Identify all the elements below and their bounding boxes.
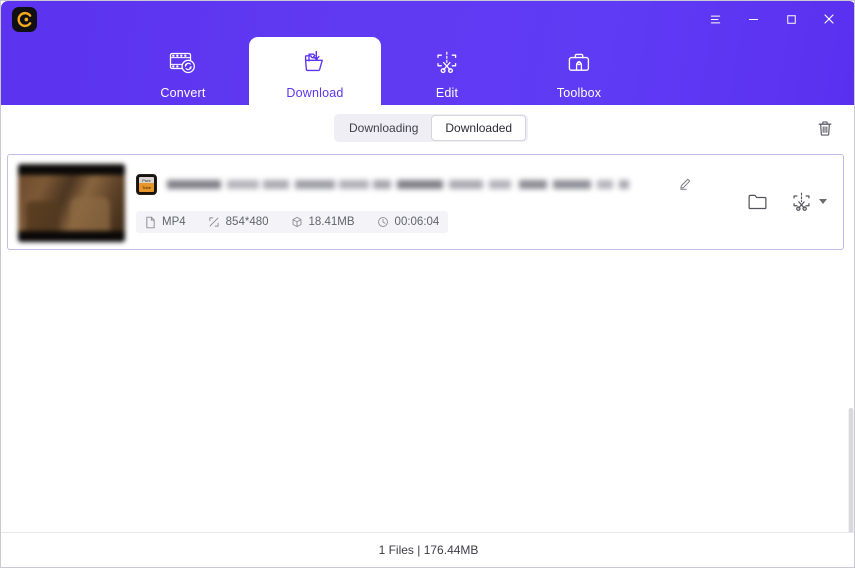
maximize-icon xyxy=(786,14,796,24)
tab-toolbox-label: Toolbox xyxy=(556,86,602,100)
segment-downloaded-label: Downloaded xyxy=(445,121,513,135)
file-actions xyxy=(747,191,827,212)
thumbnail-frame xyxy=(18,175,125,239)
open-folder-button[interactable] xyxy=(747,192,768,211)
tab-download-label: Download xyxy=(286,86,344,100)
maximize-button[interactable] xyxy=(772,5,810,33)
favicon-bottom-label: Tube xyxy=(139,182,154,192)
segment-downloading[interactable]: Downloading xyxy=(336,116,431,140)
status-summary: 1 Files | 176.44MB xyxy=(378,543,479,557)
title-bar: Convert Download Edit Toolbox xyxy=(1,1,854,105)
file-title xyxy=(167,177,663,192)
video-thumbnail[interactable] xyxy=(18,164,125,242)
status-bar: 1 Files | 176.44MB xyxy=(1,532,854,567)
meta-format-value: MP4 xyxy=(162,216,186,228)
source-site-favicon: Pure Tube xyxy=(136,173,157,195)
meta-resolution-value: 854*480 xyxy=(225,216,269,228)
tab-convert[interactable]: Convert xyxy=(117,37,249,105)
file-title-row: Pure Tube xyxy=(136,173,693,195)
hamburger-menu-icon xyxy=(710,15,720,23)
pencil-edit-icon xyxy=(680,178,691,190)
thumbnail-letterbox-top xyxy=(18,164,125,175)
meta-resolution: 854*480 xyxy=(208,216,269,228)
edit-menu-button[interactable] xyxy=(790,191,827,212)
scissors-edit-icon xyxy=(793,192,810,211)
box-icon xyxy=(291,216,303,228)
delete-all-button[interactable] xyxy=(812,115,838,141)
segment-downloaded[interactable]: Downloaded xyxy=(431,115,527,141)
tab-edit-label: Edit xyxy=(435,86,459,100)
app-logo xyxy=(12,7,37,32)
download-folder-icon xyxy=(300,46,330,80)
file-card[interactable]: Pure Tube MP4 854*480 18.41MB 00:06:04 xyxy=(7,154,844,250)
downloads-filter-segmented-control: Downloading Downloaded xyxy=(334,114,529,142)
tab-download[interactable]: Download xyxy=(249,37,381,105)
rename-file-button[interactable] xyxy=(677,176,693,192)
meta-format: MP4 xyxy=(145,216,186,229)
toolbox-icon xyxy=(564,46,594,80)
clock-icon xyxy=(377,216,389,228)
tab-edit[interactable]: Edit xyxy=(381,37,513,105)
file-metadata-row: MP4 854*480 18.41MB 00:06:04 xyxy=(136,211,449,233)
minimize-icon xyxy=(748,18,758,20)
menu-button[interactable] xyxy=(696,5,734,33)
film-convert-icon xyxy=(168,46,198,80)
meta-size: 18.41MB xyxy=(291,216,355,228)
scissors-frame-icon xyxy=(432,46,462,80)
app-window: Convert Download Edit Toolbox Downloadin… xyxy=(0,0,855,568)
close-icon xyxy=(824,14,834,24)
file-icon xyxy=(145,216,156,229)
tab-toolbox[interactable]: Toolbox xyxy=(513,37,645,105)
folder-icon xyxy=(748,194,767,210)
minimize-button[interactable] xyxy=(734,5,772,33)
tab-convert-label: Convert xyxy=(160,86,206,100)
chevron-down-icon xyxy=(819,199,827,204)
meta-size-value: 18.41MB xyxy=(308,216,355,228)
thumbnail-letterbox-bottom xyxy=(18,231,125,242)
main-tabs: Convert Download Edit Toolbox xyxy=(1,37,854,105)
app-logo-c-icon xyxy=(17,11,32,28)
close-button[interactable] xyxy=(810,5,848,33)
meta-duration-value: 00:06:04 xyxy=(394,216,440,228)
window-controls xyxy=(696,5,848,33)
meta-duration: 00:06:04 xyxy=(377,216,440,228)
scrollbar-thumb[interactable] xyxy=(849,408,853,535)
trash-icon xyxy=(818,120,832,136)
downloaded-files-list: Pure Tube MP4 854*480 18.41MB 00:06:04 xyxy=(1,150,854,535)
list-scrollbar[interactable] xyxy=(848,408,854,535)
segment-downloading-label: Downloading xyxy=(349,121,419,135)
resize-icon xyxy=(208,216,220,228)
